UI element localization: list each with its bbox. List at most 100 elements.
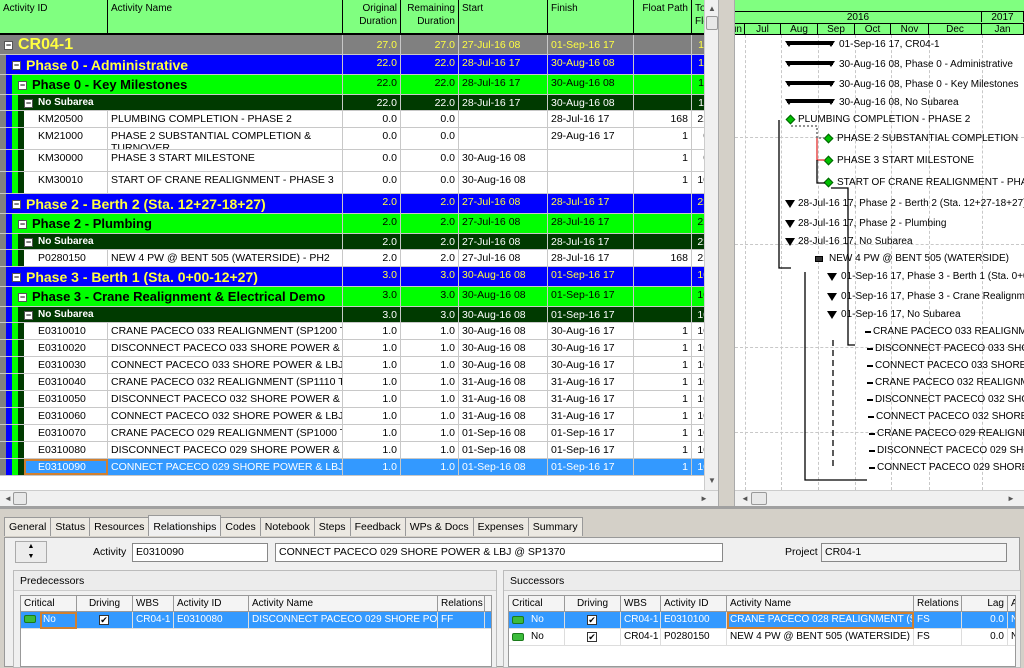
collapse-icon[interactable]: −: [4, 41, 13, 50]
previous-activity-icon[interactable]: ▲: [16, 542, 46, 552]
successor-row[interactable]: No ✔ CR04-1 P0280150 NEW 4 PW @ BENT 505…: [509, 629, 1015, 646]
wbs-group-row[interactable]: − Phase 2 - Berth 2 (Sta. 12+27-18+27) 2.0…: [0, 194, 718, 214]
tab-relationships[interactable]: Relationships: [148, 515, 222, 536]
wbs-group-row[interactable]: − Phase 3 - Crane Realignment & Electrica…: [0, 287, 718, 307]
activity-id-cell[interactable]: E0310070: [24, 425, 108, 441]
activity-name-cell[interactable]: NEW 4 PW @ BENT 505 (WATERSIDE) - PH2: [108, 250, 343, 266]
activity-row[interactable]: KM21000 PHASE 2 SUBSTANTIAL COMPLETION & …: [0, 128, 718, 150]
col-wbs[interactable]: WBS: [621, 596, 661, 612]
activity-row[interactable]: E0310020 DISCONNECT PACECO 033 SHORE POWE…: [0, 340, 718, 357]
summary-marker-icon[interactable]: [827, 293, 837, 301]
critical-value[interactable]: No: [40, 612, 77, 629]
col-extra[interactable]: A: [1008, 596, 1015, 612]
pane-splitter[interactable]: [718, 0, 735, 506]
wbs-group-row[interactable]: − No Subarea 22.0 22.0 28-Jul-16 17 30-Aug-16…: [0, 95, 718, 111]
activity-name-cell[interactable]: PHASE 2 SUBSTANTIAL COMPLETION & TURNOVE…: [108, 128, 343, 149]
activity-id-cell[interactable]: KM30010: [24, 172, 108, 193]
col-activity-name[interactable]: Activity Name: [249, 596, 438, 612]
milestone-icon[interactable]: [823, 133, 834, 144]
col-relations[interactable]: Relations: [914, 596, 962, 612]
activity-name-cell[interactable]: CONNECT PACECO 032 SHORE POWER & LBJ @: [108, 408, 343, 424]
grid-vertical-scrollbar[interactable]: ▲ ▼: [704, 0, 718, 490]
activity-bar[interactable]: [815, 255, 823, 262]
wbs-group-row[interactable]: − Phase 2 - Plumbing 2.0 2.0 27-Jul-16 08 28-…: [0, 214, 718, 234]
col-driving[interactable]: Driving: [77, 596, 133, 612]
scroll-thumb[interactable]: [706, 16, 718, 30]
activity-id-cell[interactable]: E0310040: [24, 374, 108, 390]
collapse-icon[interactable]: −: [24, 99, 33, 108]
activity-row[interactable]: E0310010 CRANE PACECO 033 REALIGNMENT (SP…: [0, 323, 718, 340]
scroll-down-icon[interactable]: ▼: [708, 476, 716, 485]
collapse-icon[interactable]: −: [24, 311, 33, 320]
scroll-up-icon[interactable]: ▲: [708, 4, 716, 13]
collapse-icon[interactable]: −: [12, 200, 21, 209]
activity-id-cell[interactable]: E0310080: [24, 442, 108, 458]
activity-name-value[interactable]: CRANE PACECO 028 REALIGNMENT (SP: [727, 612, 914, 629]
scroll-left-icon[interactable]: ◄: [4, 494, 12, 503]
activity-id-cell[interactable]: KM21000: [24, 128, 108, 149]
activity-row[interactable]: KM20500 PLUMBING COMPLETION - PHASE 2 0.0 0…: [0, 111, 718, 128]
critical-value[interactable]: No: [528, 629, 565, 646]
activity-id-field[interactable]: E0310090: [132, 543, 268, 562]
grid-horizontal-scrollbar[interactable]: ◄ ►: [0, 490, 718, 506]
summary-bar[interactable]: [785, 41, 835, 47]
col-float-path[interactable]: Float Path: [634, 0, 692, 33]
activity-name-cell[interactable]: CRANE PACECO 029 REALIGNMENT (SP1000 TO: [108, 425, 343, 441]
scroll-right-icon[interactable]: ►: [700, 494, 708, 503]
activity-id-cell[interactable]: E0310020: [24, 340, 108, 356]
tab-feedback[interactable]: Feedback: [349, 517, 406, 536]
tab-general[interactable]: General: [4, 517, 52, 536]
activity-row[interactable]: P0280150 NEW 4 PW @ BENT 505 (WATERSIDE) …: [0, 250, 718, 267]
col-activity-id[interactable]: Activity ID: [0, 0, 108, 33]
activity-id-cell[interactable]: E0310050: [24, 391, 108, 407]
summary-bar[interactable]: [785, 61, 835, 67]
summary-marker-icon[interactable]: [785, 220, 795, 228]
summary-bar[interactable]: [785, 81, 835, 87]
activity-id-cell[interactable]: KM20500: [24, 111, 108, 127]
wbs-group-row[interactable]: − No Subarea 2.0 2.0 27-Jul-16 08 28-Jul-16 1…: [0, 234, 718, 250]
scroll-left-icon[interactable]: ◄: [741, 494, 749, 503]
summary-marker-icon[interactable]: [827, 311, 837, 319]
col-activity-name[interactable]: Activity Name: [108, 0, 343, 33]
driving-checkbox[interactable]: ✔: [587, 632, 597, 642]
activity-name-cell[interactable]: CONNECT PACECO 033 SHORE POWER & LBJ @: [108, 357, 343, 373]
activity-row[interactable]: E0310030 CONNECT PACECO 033 SHORE POWER &…: [0, 357, 718, 374]
col-lag[interactable]: Lag: [962, 596, 1008, 612]
collapse-icon[interactable]: −: [18, 81, 27, 90]
scroll-thumb[interactable]: [751, 492, 767, 505]
activity-name-cell[interactable]: DISCONNECT PACECO 033 SHORE POWER & LBJ: [108, 340, 343, 356]
activity-id-cell[interactable]: E0310010: [24, 323, 108, 339]
activity-name-field[interactable]: CONNECT PACECO 029 SHORE POWER & LBJ @ S…: [275, 543, 723, 562]
wbs-group-row[interactable]: − Phase 3 - Berth 1 (Sta. 0+00-12+27) 3.0 3…: [0, 267, 718, 287]
activity-row[interactable]: E0310070 CRANE PACECO 029 REALIGNMENT (SP…: [0, 425, 718, 442]
wbs-group-row[interactable]: −CR04-127.027.027-Jul-16 0801-Sep-16 171…: [0, 35, 718, 55]
wbs-group-row[interactable]: − Phase 0 - Key Milestones 22.0 22.0 28-Jul-…: [0, 75, 718, 95]
activity-id-cell[interactable]: P0280150: [24, 250, 108, 266]
gantt-horizontal-scrollbar[interactable]: ◄ ►: [735, 490, 1024, 506]
col-activity-id[interactable]: Activity ID: [661, 596, 727, 612]
activity-id-cell[interactable]: KM30000: [24, 150, 108, 171]
col-driving[interactable]: Driving: [565, 596, 621, 612]
next-activity-icon[interactable]: ▼: [16, 552, 46, 562]
scroll-right-icon[interactable]: ►: [1007, 494, 1015, 503]
col-activity-id[interactable]: Activity ID: [174, 596, 249, 612]
driving-cell[interactable]: ✔: [77, 612, 133, 629]
activity-name-cell[interactable]: CRANE PACECO 032 REALIGNMENT (SP1110 TO: [108, 374, 343, 390]
predecessor-row[interactable]: No ✔ CR04-1 E0310080 DISCONNECT PACECO 0…: [21, 612, 491, 629]
tab-steps[interactable]: Steps: [313, 517, 351, 536]
col-finish[interactable]: Finish: [548, 0, 634, 33]
summary-marker-icon[interactable]: [785, 200, 795, 208]
activity-id-cell[interactable]: E0310030: [24, 357, 108, 373]
activity-name-cell[interactable]: CONNECT PACECO 029 SHORE POWER & LBJ @: [108, 459, 343, 475]
driving-checkbox[interactable]: ✔: [587, 615, 597, 625]
tab-resources[interactable]: Resources: [89, 517, 150, 536]
activity-name-cell[interactable]: PHASE 3 START MILESTONE: [108, 150, 343, 171]
summary-marker-icon[interactable]: [827, 273, 837, 281]
critical-value[interactable]: No: [528, 612, 565, 629]
col-wbs[interactable]: WBS: [133, 596, 174, 612]
col-critical[interactable]: Critical: [21, 596, 77, 612]
col-original-duration[interactable]: Original Duration: [343, 0, 401, 33]
activity-name-cell[interactable]: START OF CRANE REALIGNMENT - PHASE 3: [108, 172, 343, 193]
activity-name-cell[interactable]: DISCONNECT PACECO 029 SHORE POWER & LBJ: [108, 442, 343, 458]
collapse-icon[interactable]: −: [12, 273, 21, 282]
